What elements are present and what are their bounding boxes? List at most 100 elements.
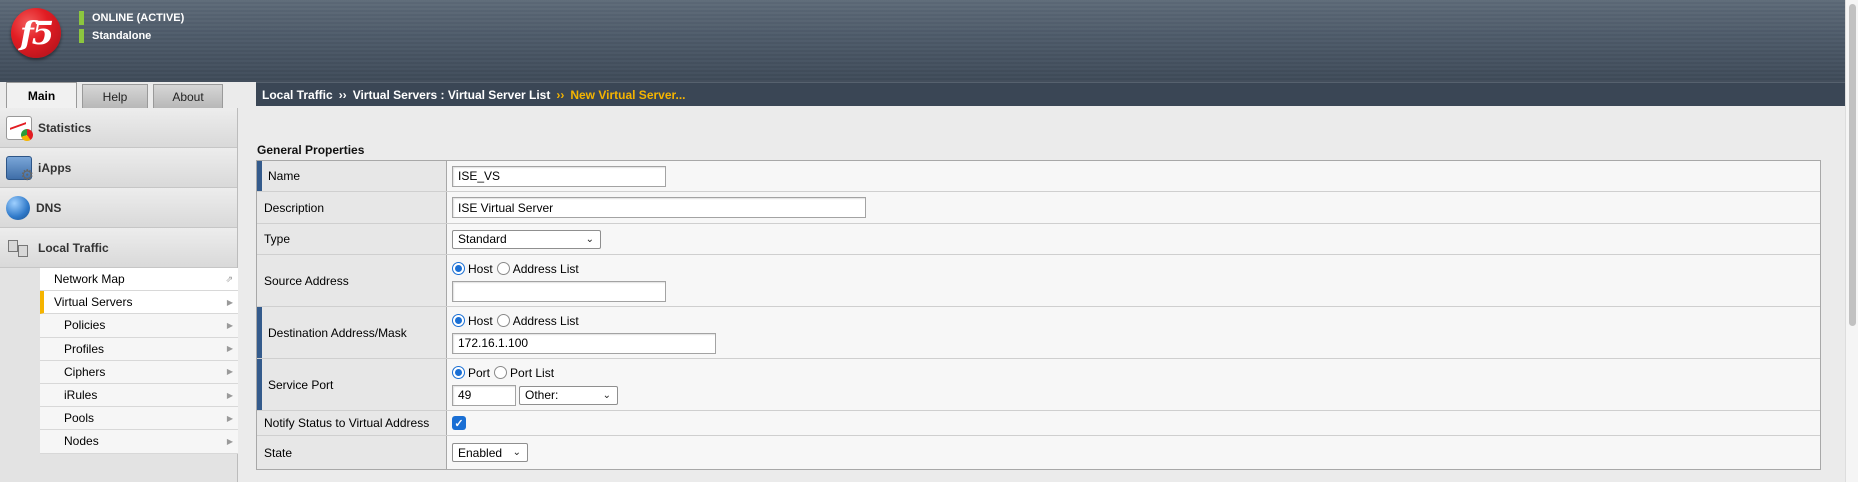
local-traffic-submenu: Network Map ⇗ Virtual Servers ▶ Policies… [40,268,238,454]
form-row-type: Type Standard ⌄ [257,224,1820,255]
sidebar-item-profiles[interactable]: Profiles ▶ [40,337,238,361]
type-label: Type [257,224,447,254]
sidebar-item-label: iRules [64,388,98,403]
sidebar-item-label: Network Map [54,272,125,287]
device-status: ONLINE (ACTIVE) Standalone [79,9,184,45]
sidebar-item-label: Ciphers [64,364,106,379]
page-scrollbar[interactable] [1845,0,1858,482]
sidebar-item-nodes[interactable]: Nodes ▶ [40,430,238,454]
source-address-input[interactable] [452,280,666,302]
sidebar-item-label: iApps [38,160,72,175]
tab-about[interactable]: About [153,84,223,108]
service-port-select-value: Other: [525,388,559,402]
breadcrumb: Local Traffic ›› Virtual Servers : Virtu… [256,82,1845,106]
general-properties-form: Name Description Type Standard ⌄ Source [256,160,1821,470]
top-banner: f5 ONLINE (ACTIVE) Standalone [0,0,1845,82]
chevron-right-icon: ▶ [226,367,233,377]
f5-logo[interactable]: f5 [11,8,61,58]
sidebar-item-virtual-servers[interactable]: Virtual Servers ▶ [40,291,238,315]
name-input[interactable] [452,165,666,187]
destination-label: Destination Address/Mask [257,307,447,358]
status-indicator-icon [79,10,84,25]
scrollbar-thumb[interactable] [1849,4,1856,326]
description-input[interactable] [452,197,866,218]
sidebar-item-label: Pools [64,411,95,426]
port-radio-label: Port [468,365,491,380]
sidebar-item-label: Nodes [64,434,99,449]
destination-address-list-label: Address List [512,313,579,328]
chevron-right-icon: ▶ [226,436,233,446]
ha-status-text: Standalone [92,29,152,42]
form-row-state: State Enabled ⌄ [257,436,1820,469]
breadcrumb-current: New Virtual Server... [570,87,686,102]
source-address-type: Host Address List [452,260,1820,278]
state-label: State [257,436,447,469]
sidebar-item-local-traffic[interactable]: Local Traffic [0,228,237,268]
sidebar: Statistics iApps DNS Local Traffic Netwo… [0,108,238,482]
sidebar-item-iapps[interactable]: iApps [0,148,237,188]
chevron-right-icon: ▶ [226,390,233,400]
chevron-right-icon: ▶ [226,344,233,354]
sidebar-item-irules[interactable]: iRules ▶ [40,383,238,408]
destination-host-label: Host [468,313,493,328]
chevron-down-icon: ⌄ [585,233,594,245]
destination-address-list-radio[interactable] [496,314,510,327]
statistics-icon [6,115,33,141]
online-status-text: ONLINE (ACTIVE) [92,11,185,24]
sidebar-item-policies[interactable]: Policies ▶ [40,314,238,338]
form-row-source-address: Source Address Host Address List [257,255,1820,307]
chevron-right-icon: ▶ [226,320,233,330]
breadcrumb-local-traffic[interactable]: Local Traffic [262,88,333,102]
sidebar-item-label: Virtual Servers [54,295,133,310]
notify-status-checkbox[interactable]: ✓ [452,416,466,430]
sidebar-item-statistics[interactable]: Statistics [0,108,237,148]
state-select-value: Enabled [458,445,503,460]
sidebar-item-ciphers[interactable]: Ciphers ▶ [40,360,238,384]
iapps-icon [6,155,34,184]
sidebar-item-pools[interactable]: Pools ▶ [40,407,238,431]
destination-host-radio[interactable] [452,314,465,327]
section-title: General Properties [257,143,365,157]
description-label: Description [257,192,447,223]
tab-help[interactable]: Help [82,84,148,108]
service-port-type: Port Port List [452,364,1820,382]
dns-icon [6,195,30,220]
form-row-description: Description [257,192,1820,224]
state-select[interactable]: Enabled ⌄ [452,443,528,462]
breadcrumb-virtual-server-list[interactable]: Virtual Servers : Virtual Server List [353,88,551,102]
local-traffic-icon [6,236,32,260]
port-list-radio-label: Port List [510,365,555,380]
sidebar-item-network-map[interactable]: Network Map ⇗ [40,268,238,292]
sidebar-item-label: Statistics [38,120,92,135]
breadcrumb-separator: ›› [556,87,565,102]
port-radio[interactable] [452,366,465,379]
breadcrumb-separator: ›› [338,87,347,102]
type-select[interactable]: Standard ⌄ [452,229,601,249]
chevron-down-icon: ⌄ [512,447,521,458]
banner-texture [0,0,1845,82]
tab-main[interactable]: Main [6,82,77,108]
chevron-down-icon: ⌄ [602,389,611,401]
status-indicator-icon [79,28,84,43]
form-row-notify: Notify Status to Virtual Address ✓ [257,411,1820,436]
port-list-radio[interactable] [494,366,508,379]
sidebar-item-label: Local Traffic [38,240,109,255]
main-content: General Properties Name Description Type… [239,108,1845,482]
notify-status-label: Notify Status to Virtual Address [257,411,447,435]
service-port-input[interactable] [452,384,516,406]
destination-address-input[interactable] [452,332,716,354]
sidebar-item-dns[interactable]: DNS [0,188,237,228]
source-address-list-radio[interactable] [496,262,510,275]
main-tabs: Main Help About [6,82,228,108]
form-row-destination: Destination Address/Mask Host Address Li… [257,307,1820,359]
form-row-name: Name [257,161,1820,192]
sidebar-item-label: DNS [36,200,62,215]
sidebar-item-label: Policies [64,318,106,333]
source-address-list-label: Address List [512,261,579,276]
source-host-radio[interactable] [452,262,465,275]
service-port-select[interactable]: Other: ⌄ [519,385,618,405]
form-row-service-port: Service Port Port Port List Other: ⌄ [257,359,1820,411]
name-label: Name [257,161,447,191]
external-link-icon: ⇗ [225,273,233,284]
sidebar-item-label: Profiles [64,341,105,356]
